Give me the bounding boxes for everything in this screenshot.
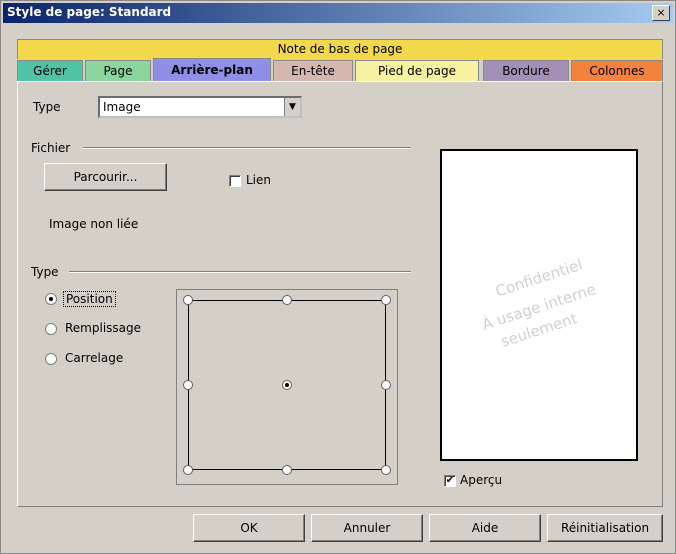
window-title: Style de page: Standard: [7, 5, 172, 19]
image-link-status: Image non liée: [49, 217, 139, 231]
tab-en-tete[interactable]: En-tête: [273, 60, 353, 81]
preview-page: Confidentiel À usage interne seulement: [440, 149, 638, 461]
type-combobox-value: Image: [103, 100, 141, 114]
fichier-section-label: Fichier: [31, 141, 71, 155]
dialog-window: Style de page: Standard × Note de bas de…: [0, 0, 676, 554]
help-button-label: Aide: [471, 521, 499, 535]
tab-bordure[interactable]: Bordure: [483, 60, 569, 81]
fichier-separator: [83, 147, 411, 149]
preview-checkbox[interactable]: ✔: [444, 475, 456, 487]
position-center[interactable]: [282, 380, 292, 390]
type-section-label: Type: [31, 265, 59, 279]
position-bottom-right[interactable]: [381, 465, 391, 475]
close-button[interactable]: ×: [652, 5, 670, 21]
link-label: Lien: [246, 173, 272, 187]
type-combobox[interactable]: Image ▼: [98, 96, 302, 118]
chevron-down-icon[interactable]: ▼: [284, 98, 300, 116]
browse-button-label: Parcourir...: [73, 170, 138, 184]
position-top-center[interactable]: [282, 295, 292, 305]
position-top-left[interactable]: [183, 295, 193, 305]
preview-checkbox-label: Aperçu: [460, 473, 503, 487]
title-bar[interactable]: Style de page: Standard ×: [3, 3, 673, 23]
reset-button[interactable]: Réinitialisation: [547, 514, 663, 542]
help-button[interactable]: Aide: [429, 514, 541, 542]
radio-remplissage[interactable]: [45, 323, 57, 335]
radio-position[interactable]: [45, 293, 57, 305]
cancel-button[interactable]: Annuler: [311, 514, 423, 542]
tab-colonnes[interactable]: Colonnes: [571, 60, 663, 81]
radio-carrelage-label: Carrelage: [65, 351, 124, 365]
tab-pied-de-page[interactable]: Pied de page: [355, 60, 479, 81]
type-label: Type: [33, 100, 61, 114]
tab-arriere-plan[interactable]: Arrière-plan: [153, 58, 271, 81]
position-top-right[interactable]: [381, 295, 391, 305]
radio-remplissage-label: Remplissage: [65, 321, 142, 335]
tab-page[interactable]: Page: [85, 60, 151, 81]
link-checkbox[interactable]: [229, 175, 241, 187]
type-separator: [69, 271, 411, 273]
cancel-button-label: Annuler: [343, 521, 391, 535]
tab-gerer[interactable]: Gérer: [17, 60, 83, 81]
browse-button[interactable]: Parcourir...: [44, 163, 167, 191]
ok-button[interactable]: OK: [193, 514, 305, 542]
tab-note-de-bas-de-page[interactable]: Note de bas de page: [17, 39, 663, 59]
position-bottom-center[interactable]: [282, 465, 292, 475]
position-middle-left[interactable]: [183, 380, 193, 390]
radio-carrelage[interactable]: [45, 353, 57, 365]
reset-button-label: Réinitialisation: [560, 521, 650, 535]
position-bottom-left[interactable]: [183, 465, 193, 475]
ok-button-label: OK: [240, 521, 258, 535]
position-middle-right[interactable]: [381, 380, 391, 390]
radio-position-label: Position: [63, 291, 116, 307]
